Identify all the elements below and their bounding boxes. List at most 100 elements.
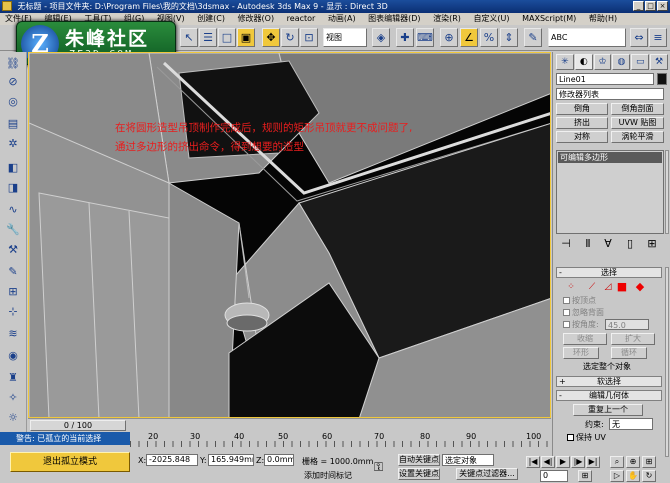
ring-button[interactable]: 环形 <box>563 347 599 359</box>
loop-button[interactable]: 循环 <box>611 347 647 359</box>
rollout-edit-geometry-header[interactable]: - 编辑几何体 <box>556 390 662 401</box>
by-angle-checkbox[interactable]: 按角度: <box>563 320 599 330</box>
chamfer-profile-button[interactable]: 倒角剖面 <box>611 103 664 115</box>
next-frame-icon[interactable]: |▶ <box>571 456 585 468</box>
shrink-button[interactable]: 收缩 <box>563 333 607 345</box>
make-unique-icon[interactable]: ∀ <box>601 236 615 252</box>
percent-snap-icon[interactable]: % <box>480 28 498 47</box>
go-to-end-icon[interactable]: ▶| <box>586 456 600 468</box>
constraints-dropdown[interactable]: 无 <box>609 418 653 430</box>
tab-display[interactable]: ▭ <box>631 54 650 70</box>
select-manipulate-icon[interactable]: ✚ <box>396 28 414 47</box>
command-panel-scrollbar[interactable] <box>665 267 669 457</box>
tab-motion[interactable]: ◍ <box>612 54 631 70</box>
field-of-view-icon[interactable]: ▷ <box>610 470 624 482</box>
select-object-icon[interactable]: ↖ <box>180 28 198 47</box>
named-selection-icon[interactable]: ✎ <box>524 28 542 47</box>
z-coord-field[interactable]: 0.0mm <box>264 454 294 466</box>
app-icon[interactable] <box>2 1 12 11</box>
rollout-selection-header[interactable]: - 选择 <box>556 267 662 278</box>
rollout-soft-selection-header[interactable]: + 软选择 <box>556 376 662 387</box>
rotate-icon[interactable]: ↻ <box>281 28 299 47</box>
snap-toggle-icon[interactable]: ⊕ <box>440 28 458 47</box>
wrench-icon[interactable]: 🔧 <box>4 222 22 238</box>
key-filters-button[interactable]: 关键点过滤器... <box>456 468 518 480</box>
named-selection-set-dropdown[interactable]: ABC <box>548 28 626 47</box>
minimize-icon[interactable]: _ <box>633 1 644 11</box>
hammer-icon[interactable]: ⚒ <box>4 242 22 258</box>
time-config-icon[interactable]: ⊞ <box>578 470 592 482</box>
move-icon[interactable]: ✥ <box>262 28 280 47</box>
object-name-field[interactable]: Line01 <box>556 73 654 85</box>
link-icon[interactable]: ⛓ <box>4 56 22 72</box>
align-icon[interactable]: ≡ <box>649 28 667 47</box>
wave-icon[interactable]: ≋ <box>4 326 22 342</box>
repeat-last-button[interactable]: 重复上一个 <box>573 404 643 416</box>
arc-rotate-icon[interactable]: ↻ <box>642 470 656 482</box>
material-editor-icon[interactable]: ◧ <box>4 160 22 176</box>
window-crossing-icon[interactable]: ▣ <box>237 28 255 47</box>
selected-object-dropdown[interactable]: 选定对象 <box>442 454 494 466</box>
by-vertex-checkbox[interactable]: 按顶点 <box>563 296 596 306</box>
menu-reactor[interactable]: reactor <box>282 13 321 25</box>
menu-help[interactable]: 帮助(H) <box>584 13 622 25</box>
helper-icon[interactable]: ⊹ <box>4 304 22 320</box>
tab-create[interactable]: ✳ <box>556 54 574 70</box>
pivot-center-icon[interactable]: ◈ <box>372 28 390 47</box>
go-to-start-icon[interactable]: |◀ <box>526 456 540 468</box>
layer-icon[interactable]: ▤ <box>4 116 22 132</box>
light-icon[interactable]: ☼ <box>4 410 22 426</box>
menu-customize[interactable]: 自定义(U) <box>468 13 514 25</box>
spinner-snap-icon[interactable]: ⇕ <box>500 28 518 47</box>
zoom-icon[interactable]: ⌕ <box>610 456 624 468</box>
modifier-list-dropdown[interactable]: 修改器列表 <box>556 88 664 100</box>
unlink-icon[interactable]: ⊘ <box>4 74 22 90</box>
x-coord-field[interactable]: -2025.848 <box>146 454 198 466</box>
pan-icon[interactable]: ✋ <box>626 470 640 482</box>
key-icon[interactable]: ⚿ <box>374 460 383 475</box>
object-color-swatch[interactable] <box>657 73 667 85</box>
menu-maxscript[interactable]: MAXScript(M) <box>517 13 581 25</box>
play-icon[interactable]: ▶ <box>556 456 570 468</box>
current-frame-field[interactable]: 0 <box>540 470 568 482</box>
rect-selection-icon[interactable]: □ <box>218 28 236 47</box>
mirror-icon[interactable]: ⇔ <box>630 28 648 47</box>
vertex-level-icon[interactable]: ⁘ <box>565 279 577 295</box>
tab-utilities[interactable]: ⚒ <box>650 54 668 70</box>
ignore-backfacing-checkbox[interactable]: 忽略背面 <box>563 308 604 318</box>
menu-animation[interactable]: 动画(A) <box>323 13 361 25</box>
modifier-stack-scrollbar[interactable] <box>665 150 669 234</box>
angle-snap-icon[interactable]: ∠ <box>460 28 478 47</box>
scale-icon[interactable]: ⊡ <box>300 28 318 47</box>
paint-icon[interactable]: ✎ <box>4 264 22 280</box>
chamfer-button[interactable]: 倒角 <box>556 103 608 115</box>
tab-hierarchy[interactable]: ♔ <box>593 54 612 70</box>
close-icon[interactable]: × <box>657 1 668 11</box>
by-angle-value-field[interactable]: 45.0 <box>605 319 649 330</box>
y-coord-field[interactable]: 165.949mm <box>208 454 254 466</box>
schematic-icon[interactable]: ✲ <box>4 136 22 152</box>
auto-key-button[interactable]: 自动关键点 <box>398 454 440 466</box>
maximize-icon[interactable]: □ <box>645 1 656 11</box>
render-scene-icon[interactable]: ◨ <box>4 180 22 196</box>
exit-isolation-button[interactable]: 退出孤立模式 <box>10 452 130 472</box>
extrude-button[interactable]: 挤出 <box>556 117 608 129</box>
perspective-viewport[interactable]: 在将圆形造型吊顶制作完成后，规则的矩形吊顶就更不成问题了, 通过多边形的挤出命令… <box>28 52 551 418</box>
pin-stack-icon[interactable]: ⊣ <box>559 236 573 252</box>
uvw-map-button[interactable]: UVW 贴图 <box>611 117 664 129</box>
menu-rendering[interactable]: 渲染(R) <box>428 13 466 25</box>
menu-modifiers[interactable]: 修改器(O) <box>233 13 280 25</box>
grow-button[interactable]: 扩大 <box>611 333 655 345</box>
turbosmooth-button[interactable]: 涡轮平滑 <box>611 131 664 143</box>
keyboard-shortcut-icon[interactable]: ⌨ <box>416 28 434 47</box>
polygon-level-icon[interactable]: ■ <box>615 279 629 295</box>
menu-graph-editors[interactable]: 图表编辑器(D) <box>363 13 425 25</box>
frame-ruler[interactable]: 20 30 40 50 60 70 80 90 100 <box>130 432 552 450</box>
select-by-name-icon[interactable]: ☰ <box>199 28 217 47</box>
tab-modify[interactable]: ◐ <box>574 54 593 70</box>
camera-icon[interactable]: ✧ <box>4 390 22 406</box>
stack-item-editable-poly[interactable]: 可编辑多边形 <box>558 152 662 163</box>
figure-icon[interactable]: ♜ <box>4 370 22 386</box>
symmetry-button[interactable]: 对称 <box>556 131 608 143</box>
remove-modifier-icon[interactable]: ▯ <box>623 236 637 252</box>
